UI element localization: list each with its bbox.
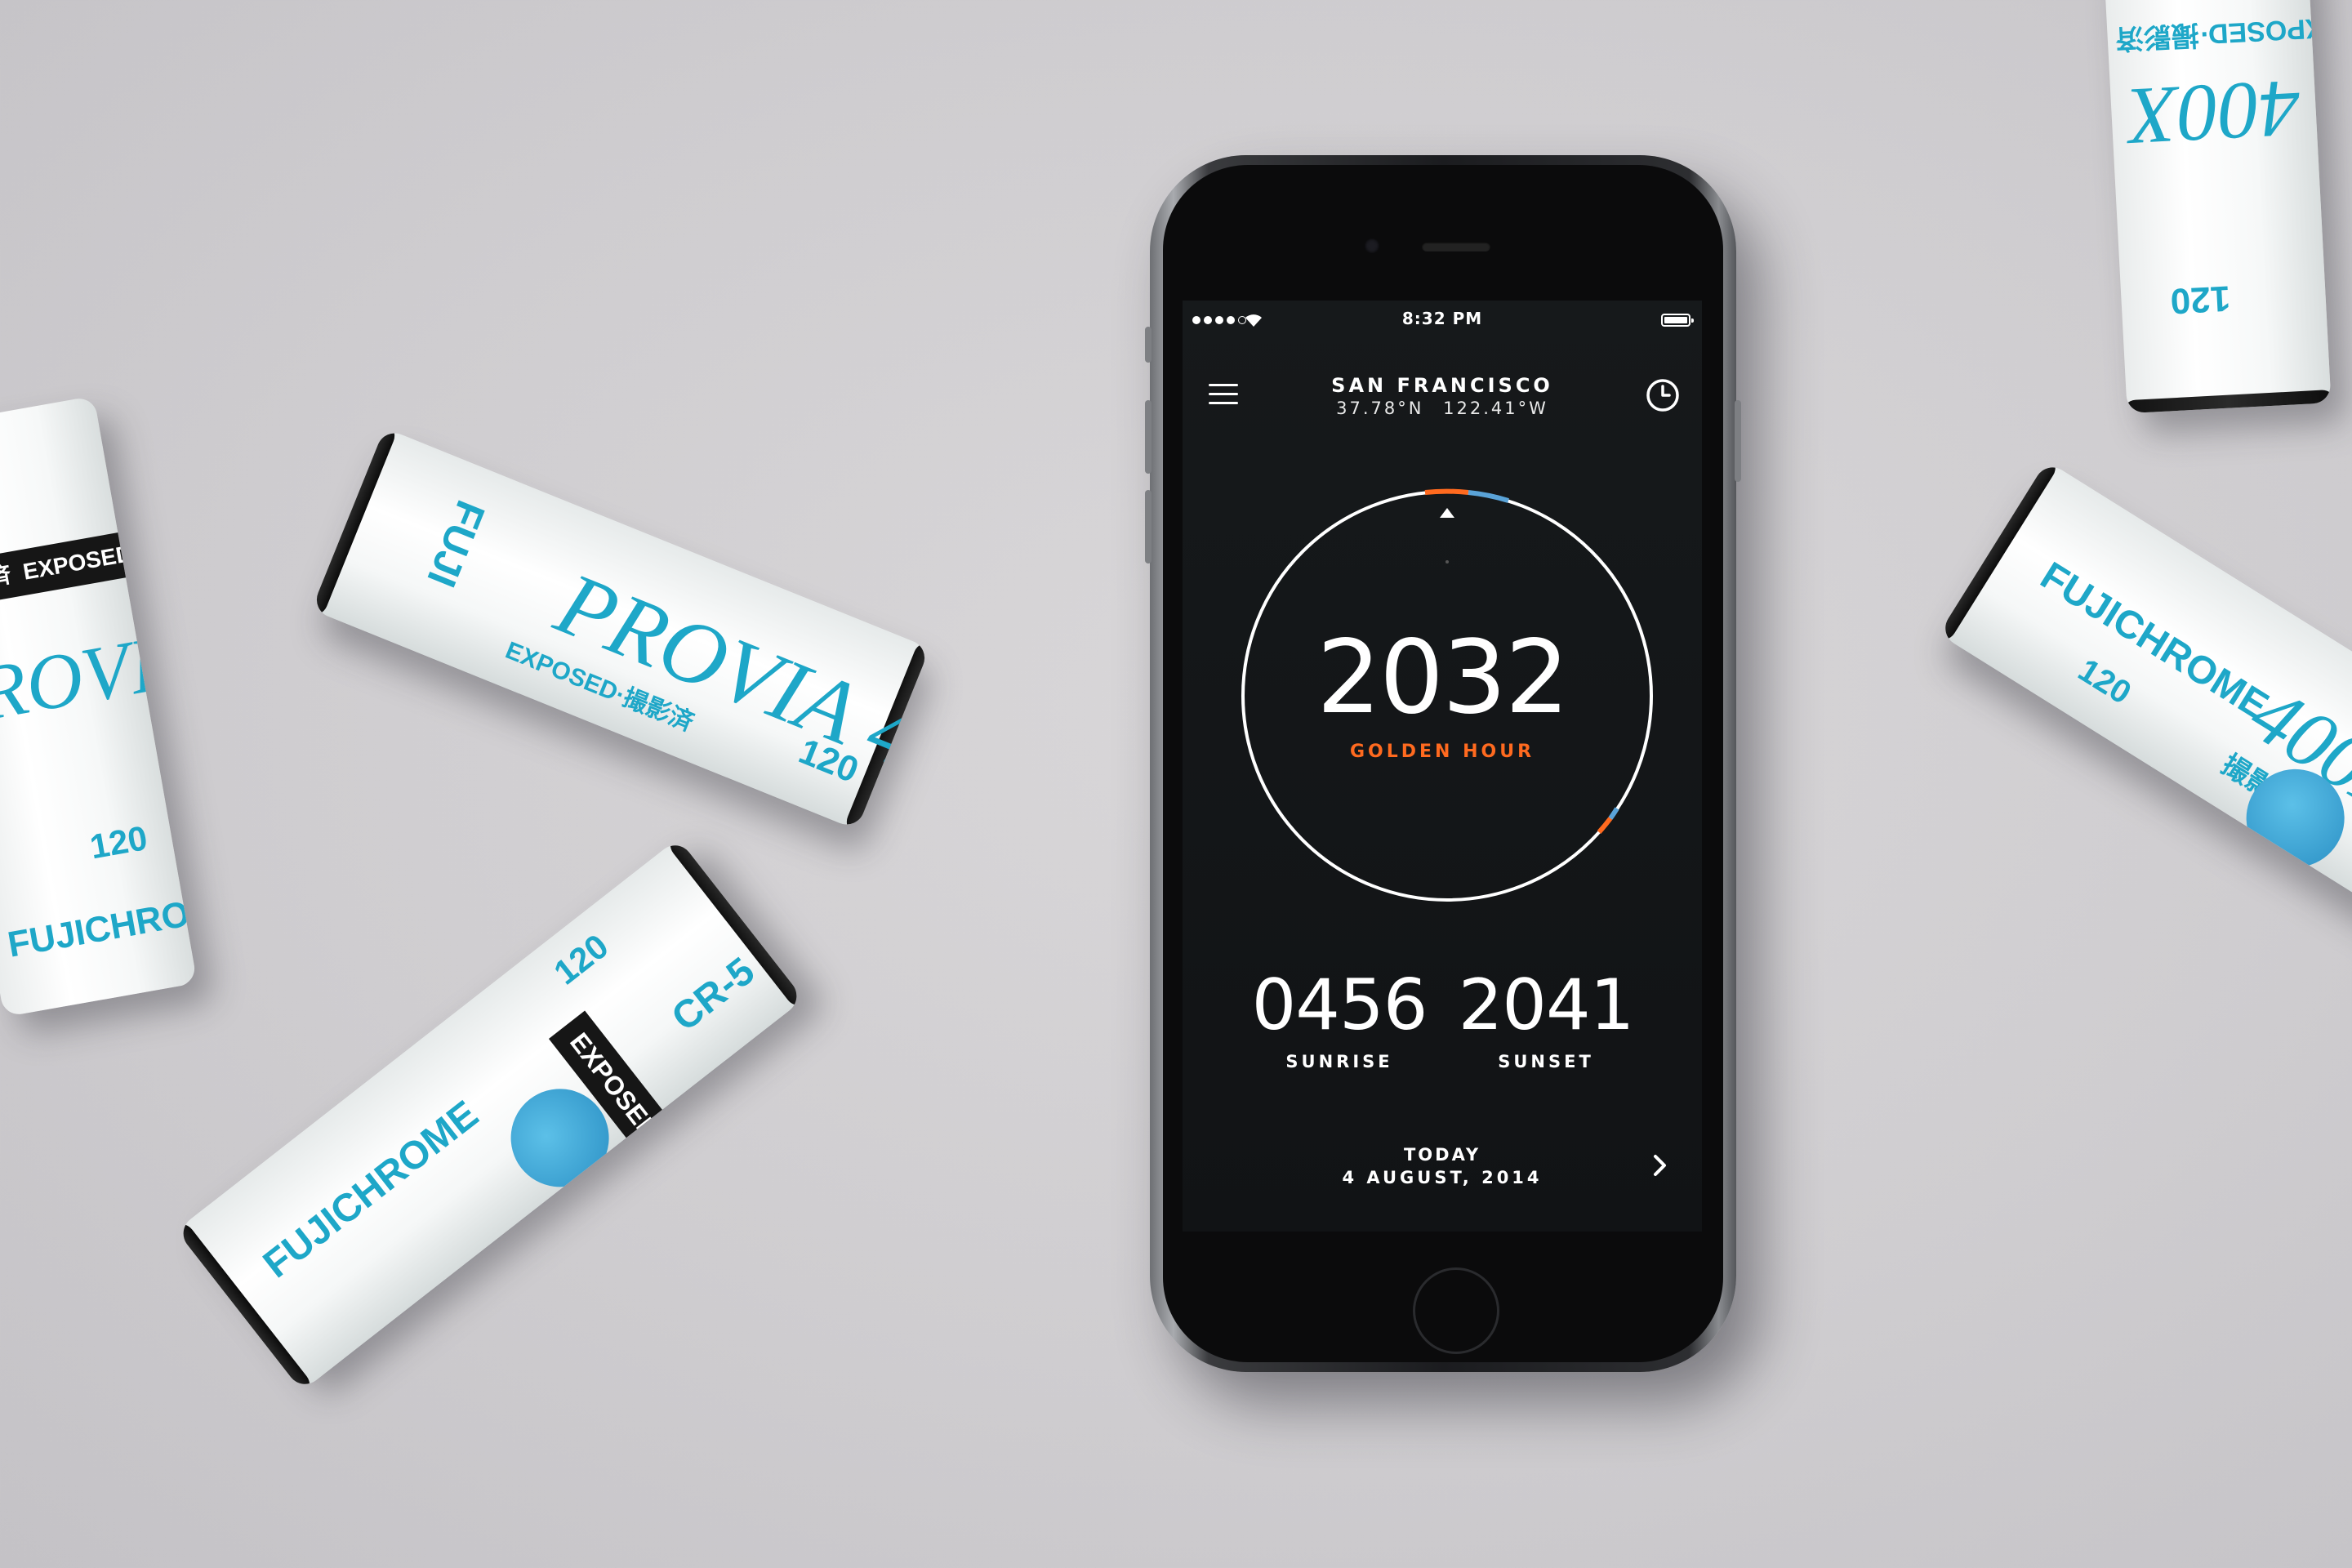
now-marker-icon <box>1440 508 1454 518</box>
battery-icon <box>1661 314 1694 327</box>
film-roll-left-center: FUJI PROVIA 400 EXPOSED·撮影済 120 <box>311 427 930 831</box>
sunrise-time: 0456 <box>1251 964 1428 1046</box>
current-time: 2032 <box>1316 619 1570 737</box>
sunrise-label: SUNRISE <box>1285 1052 1393 1071</box>
date-value: 4 AUGUST, 2014 <box>1342 1168 1543 1187</box>
brand-label: FUJI <box>418 494 494 594</box>
sunset-time: 2041 <box>1458 964 1635 1046</box>
chevron-right-icon[interactable] <box>1651 1153 1669 1178</box>
volume-down-button <box>1145 490 1152 564</box>
front-camera <box>1365 238 1379 253</box>
earpiece-speaker <box>1422 242 1490 252</box>
sunset-label: SUNSET <box>1498 1052 1594 1071</box>
status-time: 8:32 PM <box>1401 309 1483 328</box>
exposed-stamp: EXPOSED·撮影済 <box>2114 11 2332 55</box>
dial-center-dot <box>1446 560 1449 564</box>
film-name: PROVIA 400X <box>0 580 198 746</box>
date-selector[interactable]: TODAY 4 AUGUST, 2014 <box>1183 1145 1702 1187</box>
film-roll-left-top: 撮影済 EXPOSED PROVIA 400X 120 FUJICHROME <box>0 395 198 1018</box>
format-label: 120 <box>546 926 616 992</box>
brand-label: FUJICHROME <box>2033 554 2276 728</box>
blue-arc-bottom <box>1608 807 1619 820</box>
app-screen: 8:32 PM SAN FRANCISCO 37.78°N 122.41°W 2… <box>1183 301 1702 1232</box>
brand-label: FUJICHROME <box>4 884 198 965</box>
code-label: CR-5 <box>664 949 763 1040</box>
home-button[interactable] <box>1413 1267 1499 1354</box>
film-name: PROVIA 400X <box>2125 47 2332 163</box>
city-name: SAN FRANCISCO <box>1331 374 1553 397</box>
desk-background: 撮影済 EXPOSED PROVIA 400X 120 FUJICHROME F… <box>0 0 2352 1568</box>
golden-arc-bottom <box>1597 817 1613 835</box>
date-label: TODAY <box>1403 1145 1481 1165</box>
sunrise-block: 0456 SUNRISE <box>1250 970 1429 1071</box>
brand-label: FUJICHROME <box>255 1093 487 1287</box>
coordinates: 37.78°N 122.41°W <box>1336 399 1548 418</box>
format-label: 120 <box>87 818 150 866</box>
light-phase: GOLDEN HOUR <box>1349 742 1535 762</box>
volume-up-button <box>1145 400 1152 474</box>
film-roll-left-bottom: FUJICHROME 860 EXPOSED CR-5 120 <box>176 838 804 1392</box>
film-roll-right-middle: FUJICHROME 120 400X 撮影済 <box>1938 461 2352 920</box>
clock-icon[interactable] <box>1645 377 1681 413</box>
sunset-block: 2041 SUNSET <box>1456 970 1636 1071</box>
blue-arc-top <box>1468 490 1509 503</box>
format-label: 120 <box>2169 278 2232 322</box>
power-button <box>1735 400 1741 482</box>
format-label: 120 <box>2072 652 2138 712</box>
status-bar: 8:32 PM <box>1183 301 1702 340</box>
exposed-band: 撮影済 EXPOSED <box>0 527 155 612</box>
film-roll-right-top: EXPOSED·撮影済 PROVIA 400X 120 <box>2103 0 2332 414</box>
mute-switch <box>1145 327 1152 363</box>
